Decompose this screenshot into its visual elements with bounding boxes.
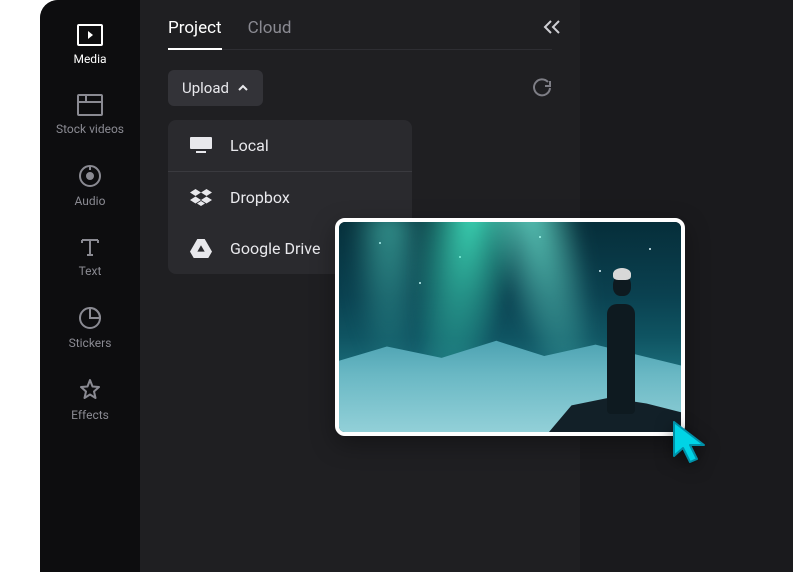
sidebar-label: Audio (75, 194, 106, 208)
stickers-icon (78, 306, 102, 330)
text-icon (79, 236, 101, 258)
audio-icon (78, 164, 102, 188)
effects-icon (78, 378, 102, 402)
dropbox-icon (190, 189, 212, 207)
upload-row: Upload (168, 70, 552, 106)
dropdown-label: Google Drive (230, 239, 320, 258)
sidebar-item-stock-videos[interactable]: Stock videos (56, 94, 124, 136)
dropdown-label: Local (230, 136, 269, 155)
sidebar-label: Media (73, 52, 106, 66)
upload-label: Upload (182, 79, 229, 97)
dropdown-label: Dropbox (230, 188, 290, 207)
upload-option-local[interactable]: Local (168, 120, 412, 171)
sidebar-item-text[interactable]: Text (79, 236, 102, 278)
refresh-icon (532, 78, 552, 98)
panel-divider (168, 49, 552, 50)
sidebar-label: Text (79, 264, 102, 278)
tab-cloud[interactable]: Cloud (248, 18, 292, 50)
thumbnail-image (339, 222, 681, 432)
chevron-double-left-icon (542, 18, 562, 36)
sidebar: Media Stock videos Audio Text Stickers E… (40, 0, 140, 572)
upload-option-dropbox[interactable]: Dropbox (168, 172, 412, 223)
monitor-icon (190, 137, 212, 155)
sidebar-label: Stickers (69, 336, 112, 350)
sidebar-item-audio[interactable]: Audio (75, 164, 106, 208)
sidebar-label: Effects (71, 408, 109, 422)
tab-project[interactable]: Project (168, 18, 222, 50)
collapse-panel-button[interactable] (542, 18, 562, 36)
google-drive-icon (190, 239, 212, 258)
cursor-pointer-icon (670, 418, 714, 466)
upload-button[interactable]: Upload (168, 70, 263, 106)
sidebar-item-stickers[interactable]: Stickers (69, 306, 112, 350)
sidebar-item-effects[interactable]: Effects (71, 378, 109, 422)
sidebar-label: Stock videos (56, 122, 124, 136)
sidebar-item-media[interactable]: Media (73, 24, 106, 66)
stock-videos-icon (77, 94, 103, 116)
media-icon (77, 24, 103, 46)
chevron-up-icon (237, 84, 249, 92)
refresh-button[interactable] (532, 78, 552, 98)
media-thumbnail[interactable] (335, 218, 685, 436)
panel-tabs: Project Cloud (168, 18, 552, 51)
